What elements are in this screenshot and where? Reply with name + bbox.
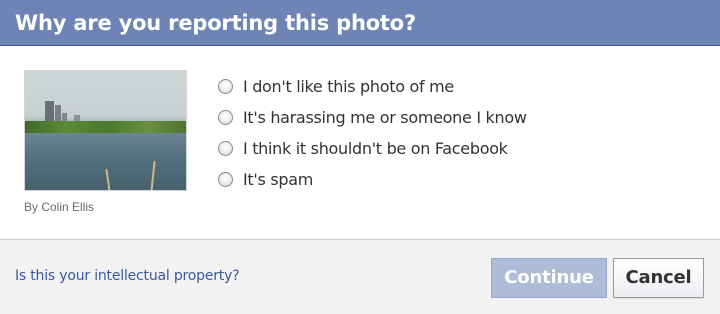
radio-button[interactable] bbox=[218, 141, 233, 156]
reported-photo-thumbnail bbox=[24, 70, 187, 191]
dialog-body: By Colin Ellis I don't like this photo o… bbox=[0, 47, 720, 239]
option-spam[interactable]: It's spam bbox=[218, 164, 527, 195]
option-shouldnt-be-on-facebook[interactable]: I think it shouldn't be on Facebook bbox=[218, 133, 527, 164]
radio-button[interactable] bbox=[218, 110, 233, 125]
option-harassing[interactable]: It's harassing me or someone I know bbox=[218, 102, 527, 133]
continue-button[interactable]: Continue bbox=[491, 258, 607, 298]
report-reason-options: I don't like this photo of me It's haras… bbox=[218, 71, 527, 195]
option-label: It's spam bbox=[243, 170, 313, 189]
dialog-header: Why are you reporting this photo? bbox=[0, 0, 720, 46]
cancel-button[interactable]: Cancel bbox=[613, 258, 704, 298]
photo-credit: By Colin Ellis bbox=[24, 200, 95, 214]
report-photo-dialog: Why are you reporting this photo? By Col… bbox=[0, 0, 720, 314]
radio-button[interactable] bbox=[218, 172, 233, 187]
dialog-footer: Is this your intellectual property? Cont… bbox=[0, 239, 720, 314]
option-label: It's harassing me or someone I know bbox=[243, 108, 527, 127]
radio-button[interactable] bbox=[218, 79, 233, 94]
intellectual-property-link[interactable]: Is this your intellectual property? bbox=[15, 268, 240, 284]
option-label: I don't like this photo of me bbox=[243, 77, 454, 96]
option-dont-like-photo[interactable]: I don't like this photo of me bbox=[218, 71, 527, 102]
dialog-title: Why are you reporting this photo? bbox=[15, 11, 416, 35]
option-label: I think it shouldn't be on Facebook bbox=[243, 139, 508, 158]
